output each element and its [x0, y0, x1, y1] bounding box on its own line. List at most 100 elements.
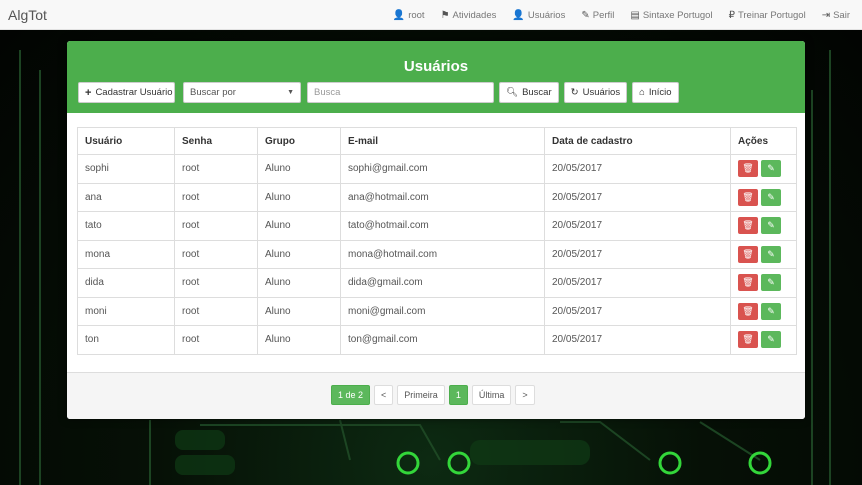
trash-icon: 🗑︎: [742, 163, 754, 174]
nav-treinar-portugol[interactable]: ₽ Treinar Portugol: [721, 10, 814, 21]
delete-button[interactable]: 🗑︎: [738, 245, 758, 263]
cell-acoes: 🗑︎ ✎: [730, 182, 797, 212]
cell-grupo: Aluno: [257, 211, 341, 241]
refresh-icon: ↻: [570, 87, 579, 98]
brand-logo[interactable]: AlgTot: [8, 7, 47, 23]
search-button[interactable]: 🔍︎ Buscar: [499, 82, 559, 103]
row-actions: 🗑︎ ✎: [738, 188, 789, 206]
add-user-button[interactable]: + Cadastrar Usuário: [78, 82, 175, 103]
edit-button[interactable]: ✎: [761, 274, 781, 292]
cell-grupo: Aluno: [257, 182, 341, 212]
col-grupo: Grupo: [257, 127, 341, 155]
row-actions: 🗑︎ ✎: [738, 160, 789, 178]
edit-icon: ✎: [767, 248, 775, 259]
trash-icon: 🗑︎: [742, 305, 754, 316]
trash-icon: 🗑︎: [742, 191, 754, 202]
cell-data-cadastro: 20/05/2017: [544, 154, 731, 184]
search-input[interactable]: Busca: [307, 82, 494, 103]
home-button-label: Início: [648, 87, 672, 98]
nav-label: Usuários: [527, 9, 566, 21]
edit-icon: ✎: [581, 9, 590, 21]
add-user-label: Cadastrar Usuário: [95, 87, 173, 98]
cell-acoes: 🗑︎ ✎: [730, 154, 797, 184]
table-row: sophi root Aluno sophi@gmail.com 20/05/2017 🗑…: [77, 154, 797, 184]
cell-email: mona@hotmail.com: [340, 239, 545, 269]
delete-button[interactable]: 🗑︎: [738, 302, 758, 320]
cell-grupo: Aluno: [257, 268, 341, 298]
page-title: Usuários: [403, 58, 469, 75]
cell-usuario: ton: [77, 325, 175, 355]
edit-button[interactable]: ✎: [761, 245, 781, 263]
panel-footer: 1 de 2 < Primeira 1 Última >: [67, 372, 805, 419]
edit-button[interactable]: ✎: [761, 160, 781, 178]
table-row: ton root Aluno ton@gmail.com 20/05/2017 🗑︎ ✎: [77, 325, 797, 355]
cell-acoes: 🗑︎ ✎: [730, 325, 797, 355]
nav-label: Sintaxe Portugol: [642, 9, 713, 21]
cell-grupo: Aluno: [257, 296, 341, 326]
row-actions: 🗑︎ ✎: [738, 217, 789, 235]
nav-sintaxe-portugol[interactable]: ▤ Sintaxe Portugol: [622, 10, 720, 21]
nav-atividades[interactable]: ⚑ Atividades: [433, 10, 505, 21]
col-usuario: Usuário: [77, 127, 175, 155]
delete-button[interactable]: 🗑︎: [738, 274, 758, 292]
cell-email: tato@hotmail.com: [340, 211, 545, 241]
first-page-button[interactable]: Primeira: [397, 385, 445, 405]
nav-sair[interactable]: ⇥ Sair: [814, 10, 858, 21]
cell-senha: root: [174, 296, 258, 326]
table-row: tato root Aluno tato@hotmail.com 20/05/2017 🗑…: [77, 211, 797, 241]
cell-senha: root: [174, 268, 258, 298]
cell-usuario: tato: [77, 211, 175, 241]
users-table: Usuário Senha Grupo E-mail Data de cadas…: [77, 127, 797, 355]
user-icon: 👤: [392, 9, 406, 21]
trash-icon: 🗑︎: [742, 277, 754, 288]
delete-button[interactable]: 🗑︎: [738, 188, 758, 206]
cell-senha: root: [174, 211, 258, 241]
refresh-users-button[interactable]: ↻ Usuários: [563, 82, 628, 103]
delete-button[interactable]: 🗑︎: [738, 217, 758, 235]
pagination: 1 de 2 < Primeira 1 Última >: [331, 385, 535, 405]
search-icon: 🔍︎: [506, 87, 519, 98]
search-by-value: Buscar por: [190, 87, 236, 98]
last-page-button[interactable]: Última: [471, 385, 512, 405]
cell-data-cadastro: 20/05/2017: [544, 182, 731, 212]
current-page-button[interactable]: 1: [448, 385, 468, 405]
nav-perfil[interactable]: ✎ Perfil: [573, 10, 622, 21]
toolbar: + Cadastrar Usuário Buscar por ▼ Busca 🔍…: [78, 82, 679, 103]
logout-icon: ⇥: [821, 9, 831, 21]
row-actions: 🗑︎ ✎: [738, 302, 789, 320]
cell-email: ana@hotmail.com: [340, 182, 545, 212]
table-header-row: Usuário Senha Grupo E-mail Data de cadas…: [77, 127, 797, 155]
row-actions: 🗑︎ ✎: [738, 274, 789, 292]
train-icon: ₽: [728, 9, 735, 21]
next-page-button[interactable]: >: [515, 385, 535, 405]
table-row: dida root Aluno dida@gmail.com 20/05/2017 🗑︎ ✎: [77, 268, 797, 298]
cell-senha: root: [174, 154, 258, 184]
cell-usuario: sophi: [77, 154, 175, 184]
edit-button[interactable]: ✎: [761, 302, 781, 320]
col-acoes: Ações: [730, 127, 797, 155]
delete-button[interactable]: 🗑︎: [738, 160, 758, 178]
row-actions: 🗑︎ ✎: [738, 245, 789, 263]
nav-user-root[interactable]: 👤 root: [385, 10, 433, 21]
delete-button[interactable]: 🗑︎: [738, 331, 758, 349]
edit-icon: ✎: [767, 305, 775, 316]
home-button[interactable]: ⌂ Início: [632, 82, 679, 103]
col-data-cadastro: Data de cadastro: [544, 127, 731, 155]
users-panel: Usuários + Cadastrar Usuário Buscar por …: [67, 41, 805, 419]
cell-grupo: Aluno: [257, 239, 341, 269]
prev-page-button[interactable]: <: [374, 385, 394, 405]
edit-button[interactable]: ✎: [761, 217, 781, 235]
search-by-select[interactable]: Buscar por ▼: [183, 82, 301, 103]
cell-grupo: Aluno: [257, 325, 341, 355]
nav-label: root: [408, 9, 425, 21]
edit-button[interactable]: ✎: [761, 331, 781, 349]
table-row: mona root Aluno mona@hotmail.com 20/05/2017 🗑…: [77, 239, 797, 269]
edit-icon: ✎: [767, 334, 775, 345]
edit-button[interactable]: ✎: [761, 188, 781, 206]
cell-acoes: 🗑︎ ✎: [730, 268, 797, 298]
nav-usuarios[interactable]: 👤 Usuários: [504, 10, 573, 21]
nav-label: Treinar Portugol: [737, 9, 806, 21]
page-info: 1 de 2: [331, 385, 371, 405]
cell-data-cadastro: 20/05/2017: [544, 211, 731, 241]
edit-icon: ✎: [767, 277, 775, 288]
